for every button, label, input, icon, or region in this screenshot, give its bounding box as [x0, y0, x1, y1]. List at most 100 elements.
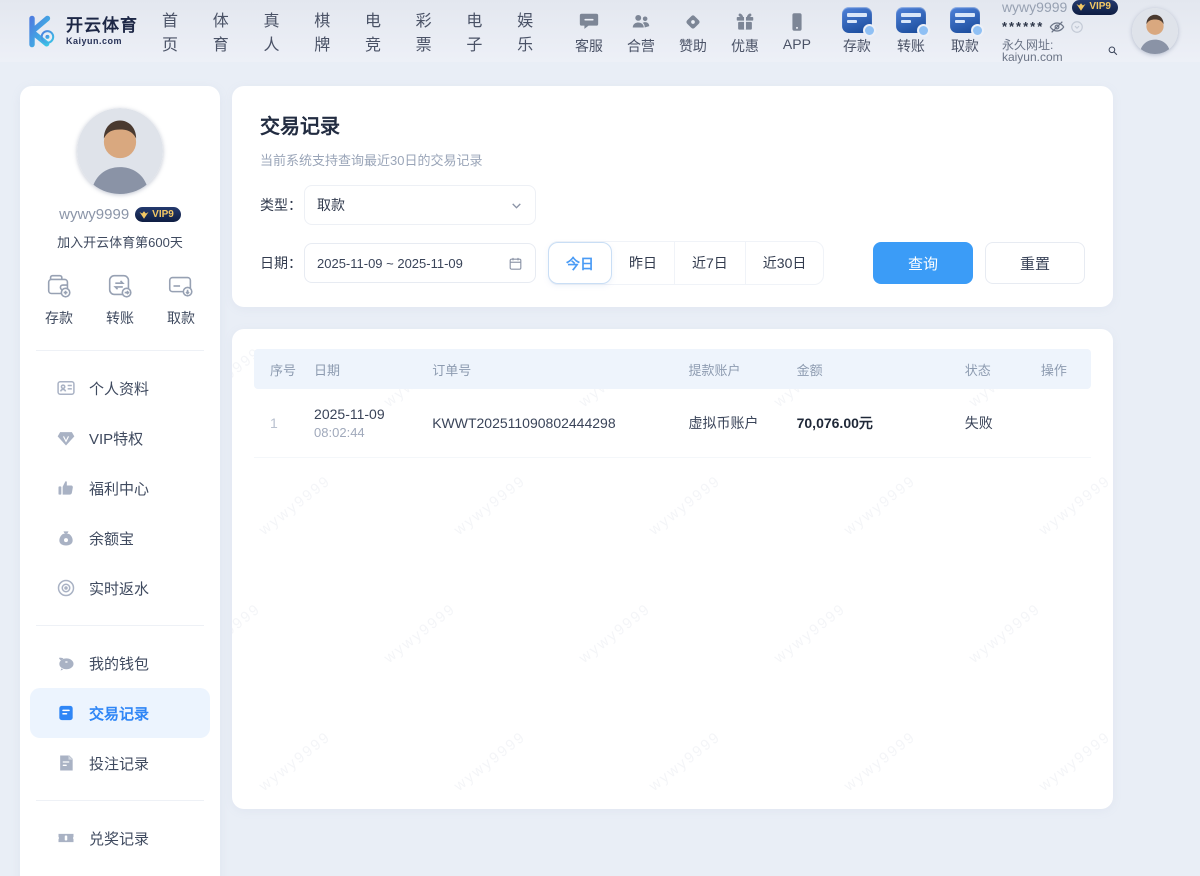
- page-title: 交易记录: [260, 110, 1085, 139]
- nav-item-esports[interactable]: 电竞: [365, 7, 394, 55]
- sidebar-item-redeem[interactable]: 兑奖记录: [20, 813, 220, 863]
- deposit-icon: [842, 7, 872, 33]
- date-filter-row: 日期： 2025-11-09 ~ 2025-11-09 今日 昨日 近7日 近3…: [260, 241, 1085, 285]
- sidebar-item-transactions[interactable]: 交易记录: [30, 688, 210, 738]
- user-avatar[interactable]: [1132, 8, 1178, 54]
- date-label: 日期：: [260, 253, 304, 273]
- action-label: 优惠: [731, 36, 759, 56]
- sidebar-item-label: 个人资料: [89, 378, 149, 399]
- action-label: 合营: [627, 36, 655, 56]
- user-info-block: wywy9999 VIP9 ****** 永久网址: kaiyun.com: [1002, 0, 1118, 63]
- customer-service-icon: [578, 6, 600, 33]
- date-range-input[interactable]: 2025-11-09 ~ 2025-11-09: [304, 243, 536, 283]
- profile-vip-badge: VIP9: [135, 207, 181, 222]
- sidebar-item-bets[interactable]: 投注记录: [20, 738, 220, 788]
- action-label: 存款: [843, 36, 871, 56]
- sidebar-item-label: 实时返水: [89, 578, 149, 599]
- vip-diamond-icon: [56, 428, 76, 448]
- quick-transfer-button[interactable]: 转账: [105, 271, 135, 328]
- header-actions-blue: 存款 转账 取款: [838, 6, 984, 56]
- search-icon[interactable]: [1107, 44, 1118, 57]
- table-row: 1 2025-11-09 08:02:44 KWWT20251109080244…: [254, 389, 1091, 458]
- customer-service-button[interactable]: 客服: [570, 6, 608, 56]
- type-select[interactable]: 取款: [304, 185, 536, 225]
- partnership-button[interactable]: 合营: [622, 6, 660, 56]
- transfer-button[interactable]: 转账: [892, 6, 930, 56]
- main-content: 交易记录 当前系统支持查询最近30日的交易记录 类型： 取款 日期： 2025-…: [232, 86, 1113, 809]
- sidebar-item-label: 余额宝: [89, 528, 134, 549]
- sidebar-divider: [36, 350, 204, 351]
- partnership-icon: [630, 6, 652, 33]
- withdraw-outline-icon: [166, 271, 196, 301]
- masked-balance: ******: [1002, 20, 1044, 33]
- brand-domain: Kaiyun.com: [66, 37, 138, 46]
- quick-action-label: 存款: [45, 308, 73, 328]
- nav-item-lottery[interactable]: 彩票: [416, 7, 445, 55]
- nav-item-home[interactable]: 首页: [162, 7, 191, 55]
- sidebar-item-welfare[interactable]: 福利中心: [20, 463, 220, 513]
- quick-deposit-button[interactable]: 存款: [44, 271, 74, 328]
- transactions-icon: [56, 703, 76, 723]
- col-header-index: 序号: [254, 349, 306, 389]
- avatar-image: [1132, 8, 1178, 54]
- nav-item-live[interactable]: 真人: [263, 7, 292, 55]
- date-range-presets: 今日 昨日 近7日 近30日: [548, 241, 824, 285]
- nav-item-chess[interactable]: 棋牌: [314, 7, 343, 55]
- preset-30days[interactable]: 近30日: [746, 242, 824, 284]
- sidebar-item-vip[interactable]: VIP特权: [20, 413, 220, 463]
- col-header-date: 日期: [306, 349, 424, 389]
- withdraw-button[interactable]: 取款: [946, 6, 984, 56]
- sidebar-item-rebate[interactable]: 实时返水: [20, 563, 220, 613]
- profile-avatar: [77, 108, 163, 194]
- sponsor-icon: [682, 6, 704, 33]
- vip-level: VIP9: [152, 209, 174, 220]
- promo-button[interactable]: 优惠: [726, 6, 764, 56]
- brand-logo[interactable]: 开云体育 Kaiyun.com: [22, 13, 138, 50]
- nav-item-entertainment[interactable]: 娱乐: [517, 7, 546, 55]
- reset-button[interactable]: 重置: [985, 242, 1085, 284]
- type-filter-row: 类型： 取款: [260, 185, 1085, 225]
- sidebar-item-messages[interactable]: 消息中心 99+: [20, 863, 220, 876]
- deposit-button[interactable]: 存款: [838, 6, 876, 56]
- records-table-card: wywy9999wywy9999wywy9999wywy9999wywy9999…: [232, 329, 1113, 809]
- calendar-icon: [508, 256, 523, 271]
- profile-icon: [56, 378, 76, 398]
- sidebar-item-wallet[interactable]: 我的钱包: [20, 638, 220, 688]
- action-label: 赞助: [679, 36, 707, 56]
- cell-date: 2025-11-09 08:02:44: [306, 389, 424, 458]
- page-body: wywy9999 VIP9 加入开云体育第600天 存款: [0, 62, 1200, 876]
- sidebar-item-profile[interactable]: 个人资料: [20, 363, 220, 413]
- sidebar-item-label: 投注记录: [89, 753, 149, 774]
- app-download-button[interactable]: APP: [778, 6, 816, 56]
- sidebar-divider: [36, 625, 204, 626]
- redeem-icon: [56, 828, 76, 848]
- chevron-circle-icon[interactable]: [1070, 20, 1084, 34]
- vip-badge: VIP9: [1072, 0, 1118, 15]
- eye-hidden-icon[interactable]: [1049, 19, 1065, 35]
- money-pouch-icon: [56, 528, 76, 548]
- app-icon: [786, 6, 808, 33]
- quick-withdraw-button[interactable]: 取款: [166, 271, 196, 328]
- sidebar-item-label: 兑奖记录: [89, 828, 149, 849]
- sidebar-item-label: VIP特权: [89, 428, 143, 449]
- table-header-row: 序号 日期 订单号 提款账户 金额 状态 操作: [254, 349, 1091, 389]
- query-button[interactable]: 查询: [873, 242, 973, 284]
- col-header-action: 操作: [1033, 349, 1091, 389]
- permanent-url: 永久网址: kaiyun.com: [1002, 39, 1102, 63]
- sidebar-divider: [36, 800, 204, 801]
- sidebar-menu-records: 我的钱包 交易记录 投注记录: [20, 632, 220, 794]
- nav-item-sports[interactable]: 体育: [213, 7, 242, 55]
- preset-7days[interactable]: 近7日: [675, 242, 746, 284]
- preset-yesterday[interactable]: 昨日: [612, 242, 675, 284]
- sidebar-menu-account: 个人资料 VIP特权 福利中心 余额宝 实时返水: [20, 357, 220, 619]
- sidebar-item-yuebao[interactable]: 余额宝: [20, 513, 220, 563]
- preset-today[interactable]: 今日: [548, 242, 612, 284]
- wallet-icon: [56, 653, 76, 673]
- nav-item-slots[interactable]: 电子: [466, 7, 495, 55]
- logo-k-icon: [22, 13, 59, 50]
- bet-records-icon: [56, 753, 76, 773]
- cell-action: [1033, 389, 1091, 458]
- sponsor-button[interactable]: 赞助: [674, 6, 712, 56]
- profile-username: wywy9999: [59, 206, 129, 223]
- promo-icon: [734, 6, 756, 33]
